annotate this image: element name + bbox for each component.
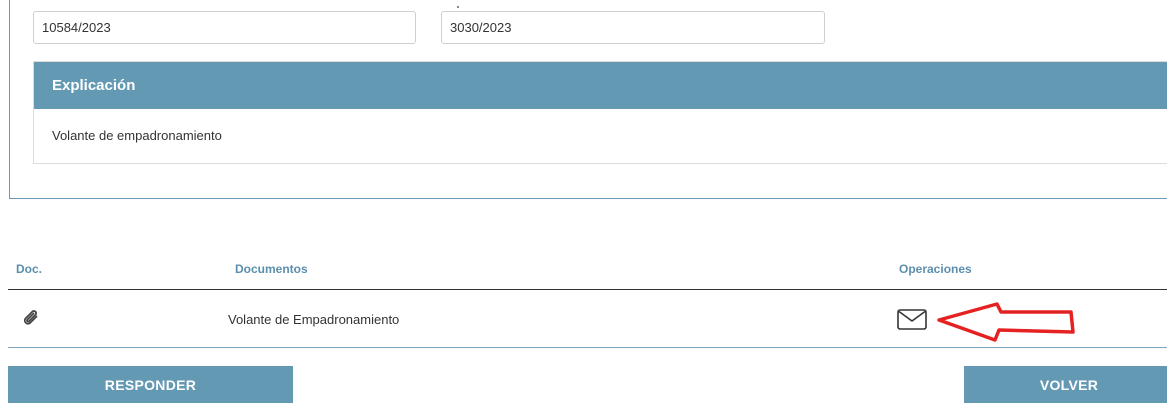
- expediente-field[interactable]: 10584/2023: [33, 11, 416, 44]
- paperclip-icon[interactable]: [21, 307, 43, 329]
- explicacion-title: Explicación: [34, 62, 1167, 109]
- red-arrow-annotation: [937, 302, 1075, 342]
- explicacion-text: Volante de empadronamiento: [52, 128, 222, 143]
- registro-field[interactable]: 3030/2023: [441, 11, 825, 44]
- volver-button[interactable]: VOLVER: [964, 366, 1167, 403]
- document-name: Volante de Empadronamiento: [228, 312, 400, 327]
- column-header-documentos: Documentos: [235, 262, 308, 276]
- explicacion-section: Explicación Volante de empadronamiento: [33, 61, 1167, 164]
- responder-button[interactable]: RESPONDER: [8, 366, 293, 403]
- column-header-doc: Doc.: [16, 262, 43, 276]
- table-bottom-divider: [8, 347, 1167, 348]
- column-header-operaciones: Operaciones: [899, 262, 972, 276]
- envelope-icon[interactable]: [897, 309, 927, 330]
- page: 10584/2023 3030/2023 Explicación Volante…: [0, 0, 1167, 403]
- decorative-dot: [457, 6, 459, 8]
- table-header-divider: [8, 289, 1167, 290]
